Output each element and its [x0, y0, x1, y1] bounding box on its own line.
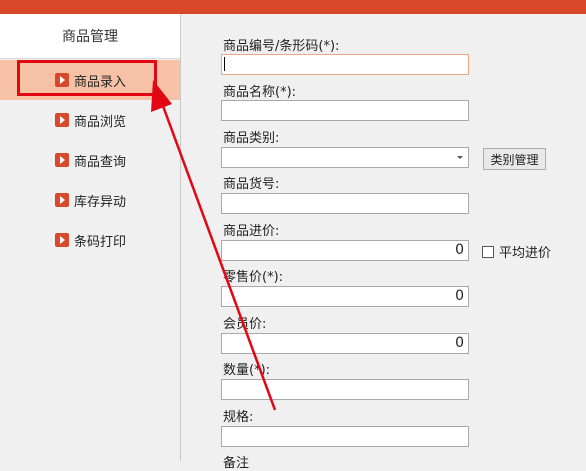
arrow-right-icon: [55, 233, 69, 247]
product-entry-form: 商品编号/条形码(*): 商品名称(*): 商品类别: 类别管理 商品货号: 商…: [181, 14, 586, 471]
sidebar-item-label: 商品查询: [74, 154, 127, 170]
dropdown-arrow-icon: [457, 156, 463, 159]
sidebar-item-label: 库存异动: [74, 194, 127, 210]
item-no-label: 商品货号:: [223, 177, 280, 192]
barcode-input[interactable]: [221, 54, 469, 75]
category-label: 商品类别:: [223, 131, 280, 146]
sidebar-item-stock-change[interactable]: 库存异动: [0, 180, 180, 220]
retail-price-label: 零售价(*):: [223, 270, 284, 285]
spec-label: 规格:: [223, 410, 254, 425]
member-price-input[interactable]: 0: [221, 333, 469, 354]
purchase-price-input[interactable]: 0: [221, 240, 469, 261]
item-no-input[interactable]: [221, 193, 469, 214]
sidebar-item-barcode-print[interactable]: 条码打印: [0, 220, 180, 260]
average-price-label: 平均进价: [499, 246, 552, 261]
member-price-label: 会员价:: [223, 317, 267, 332]
arrow-right-icon: [55, 153, 69, 167]
sidebar-item-product-browse[interactable]: 商品浏览: [0, 100, 180, 140]
product-name-label: 商品名称(*):: [223, 85, 297, 100]
text-caret: [224, 57, 225, 71]
spec-input[interactable]: [221, 426, 469, 447]
average-price-checkbox[interactable]: [482, 246, 494, 258]
quantity-label: 数量(*):: [223, 363, 271, 378]
remark-label: 备注: [223, 456, 250, 471]
category-select[interactable]: [221, 147, 469, 168]
retail-price-input[interactable]: 0: [221, 286, 469, 307]
title-bar: [0, 0, 586, 14]
arrow-right-icon: [55, 113, 69, 127]
sidebar-item-product-query[interactable]: 商品查询: [0, 140, 180, 180]
category-manage-button[interactable]: 类别管理: [483, 148, 546, 170]
arrow-right-icon: [55, 193, 69, 207]
product-name-input[interactable]: [221, 100, 469, 121]
purchase-price-label: 商品进价:: [223, 224, 280, 239]
sidebar-header: 商品管理: [0, 14, 180, 59]
barcode-label: 商品编号/条形码(*):: [223, 39, 340, 54]
sidebar-item-label: 商品浏览: [74, 114, 127, 130]
annotation-highlight-box: [17, 60, 157, 96]
quantity-input[interactable]: [221, 379, 469, 400]
sidebar: 商品管理 商品录入 商品浏览 商品查询 库存异动 条码打印: [0, 14, 181, 461]
sidebar-item-label: 条码打印: [74, 234, 127, 250]
